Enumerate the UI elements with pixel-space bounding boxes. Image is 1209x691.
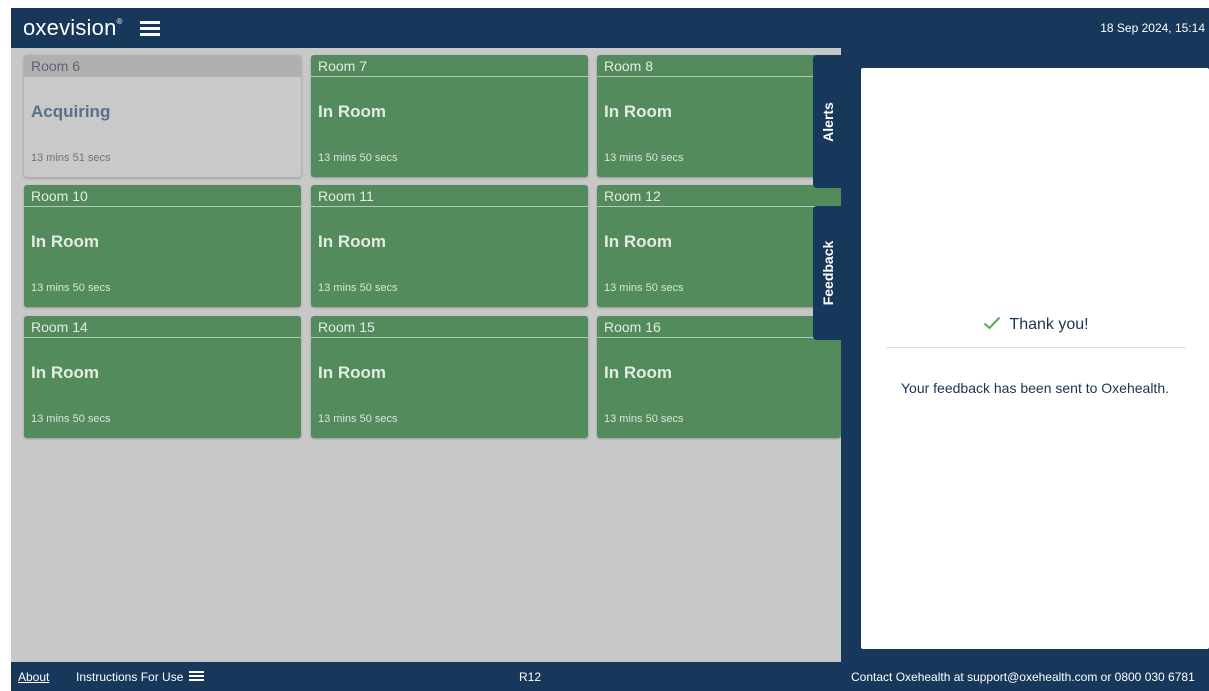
room-card[interactable]: Room 11 In Room 13 mins 50 secs: [311, 185, 588, 307]
oxevision-logo: oxevision®: [23, 15, 123, 40]
thank-you-text: Thank you!: [1009, 316, 1089, 333]
room-time: 13 mins 50 secs: [604, 413, 684, 425]
room-card[interactable]: Room 7 In Room 13 mins 50 secs: [311, 55, 588, 177]
room-status: Acquiring: [31, 102, 111, 121]
room-name: Room 12: [597, 185, 841, 207]
room-status: In Room: [31, 363, 99, 382]
app-window: oxevision® 18 Sep 2024, 15:14 Room 6 Acq…: [11, 8, 1209, 691]
room-status: In Room: [604, 363, 672, 382]
room-time: 13 mins 50 secs: [318, 152, 398, 164]
room-card[interactable]: Room 8 In Room 13 mins 50 secs: [597, 55, 841, 177]
tab-alerts[interactable]: Alerts: [813, 55, 843, 188]
room-time: 13 mins 50 secs: [31, 282, 111, 294]
room-name: Room 11: [311, 185, 588, 207]
room-status: In Room: [318, 363, 386, 382]
room-time: 13 mins 50 secs: [318, 282, 398, 294]
room-name: Room 7: [311, 55, 588, 77]
tab-alerts-label: Alerts: [820, 101, 836, 142]
room-card[interactable]: Room 16 In Room 13 mins 50 secs: [597, 316, 841, 438]
instructions-for-use-button[interactable]: Instructions For Use: [76, 670, 205, 684]
room-status: In Room: [318, 232, 386, 251]
room-card[interactable]: Room 14 In Room 13 mins 50 secs: [24, 316, 301, 438]
tab-feedback[interactable]: Feedback: [813, 206, 843, 340]
room-card[interactable]: Room 10 In Room 13 mins 50 secs: [24, 185, 301, 307]
room-time: 13 mins 50 secs: [31, 413, 111, 425]
room-name: Room 16: [597, 316, 841, 338]
about-link[interactable]: About: [18, 670, 49, 684]
site-code: R12: [519, 670, 542, 684]
top-bar: oxevision® 18 Sep 2024, 15:14: [11, 8, 1209, 48]
room-status: In Room: [31, 232, 99, 251]
room-name: Room 15: [311, 316, 588, 338]
room-name: Room 10: [24, 185, 301, 207]
room-time: 13 mins 51 secs: [31, 152, 111, 164]
thank-you-heading: Thank you!: [886, 316, 1186, 334]
tab-feedback-label: Feedback: [820, 240, 836, 306]
feedback-confirmation-message: Your feedback has been sent to Oxehealth…: [900, 380, 1169, 396]
room-status: In Room: [604, 102, 672, 121]
menu-icon[interactable]: [140, 21, 160, 36]
room-card[interactable]: Room 6 Acquiring 13 mins 51 secs: [24, 55, 301, 177]
room-time: 13 mins 50 secs: [604, 282, 684, 294]
room-status: In Room: [318, 102, 386, 121]
divider: [886, 347, 1186, 348]
room-status: In Room: [604, 232, 672, 251]
contact-info: Contact Oxehealth at support@oxehealth.c…: [851, 670, 1195, 684]
room-name: Room 6: [24, 55, 301, 77]
room-time: 13 mins 50 secs: [604, 152, 684, 164]
check-icon: [984, 316, 1001, 330]
instructions-menu-icon: [189, 671, 205, 682]
room-name: Room 14: [24, 316, 301, 338]
feedback-panel: Thank you! Your feedback has been sent t…: [861, 68, 1209, 649]
footer-bar: About Instructions For Use R12 Contact O…: [11, 662, 1209, 691]
room-card[interactable]: Room 15 In Room 13 mins 50 secs: [311, 316, 588, 438]
room-card[interactable]: Room 12 In Room 13 mins 50 secs: [597, 185, 841, 307]
room-name: Room 8: [597, 55, 841, 77]
current-datetime: 18 Sep 2024, 15:14: [1100, 21, 1205, 35]
room-time: 13 mins 50 secs: [318, 413, 398, 425]
instructions-label: Instructions For Use: [76, 670, 184, 684]
